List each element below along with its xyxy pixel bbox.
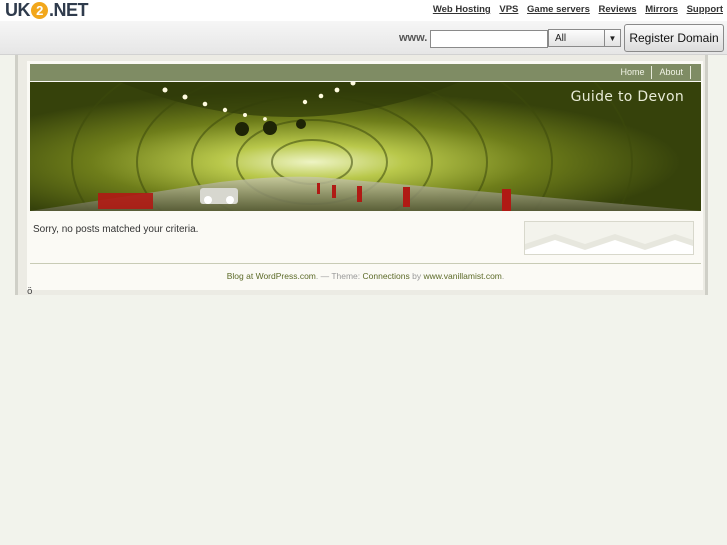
blog-frame: Home About Guide to Devon Sorry, no post… bbox=[15, 55, 708, 295]
theme-link[interactable]: Connections bbox=[363, 271, 410, 281]
blog-title[interactable]: Guide to Devon bbox=[571, 89, 684, 105]
wordpress-link[interactable]: Blog at WordPress.com bbox=[227, 271, 316, 281]
domain-name-input[interactable] bbox=[430, 30, 548, 48]
footer-divider bbox=[30, 263, 701, 264]
no-posts-message: Sorry, no posts matched your criteria. bbox=[33, 224, 199, 235]
footer-by-text: by bbox=[409, 271, 424, 281]
tld-select[interactable]: All ▼ bbox=[548, 29, 621, 47]
dropdown-arrow-icon: ▼ bbox=[604, 30, 620, 46]
link-support[interactable]: Support bbox=[687, 4, 723, 15]
blog-nav-items: Home About bbox=[613, 64, 691, 81]
blog-page: Home About Guide to Devon Sorry, no post… bbox=[27, 61, 703, 290]
logo-text-uk: UK bbox=[5, 0, 31, 20]
nav-about[interactable]: About bbox=[652, 66, 691, 79]
logo-badge-2: 2 bbox=[31, 2, 48, 19]
link-game-servers[interactable]: Game servers bbox=[527, 4, 590, 15]
author-link[interactable]: www.vanillamist.com bbox=[423, 271, 501, 281]
link-web-hosting[interactable]: Web Hosting bbox=[433, 4, 491, 15]
logo-text-net: .NET bbox=[49, 0, 89, 20]
top-bar: UK 2 .NET Web Hosting VPS Game servers R… bbox=[0, 0, 727, 21]
header-image-tunnel: Guide to Devon bbox=[30, 82, 701, 211]
domain-search-bar: www. All ▼ Register Domain bbox=[0, 21, 727, 55]
footer-theme-text: . — Theme: bbox=[315, 271, 363, 281]
register-domain-button[interactable]: Register Domain bbox=[624, 24, 724, 52]
link-mirrors[interactable]: Mirrors bbox=[645, 4, 678, 15]
link-reviews[interactable]: Reviews bbox=[599, 4, 637, 15]
top-nav-links: Web Hosting VPS Game servers Reviews Mir… bbox=[433, 4, 727, 15]
link-vps[interactable]: VPS bbox=[499, 4, 518, 15]
footer-end-text: . bbox=[501, 271, 505, 281]
tld-selected-value: All bbox=[555, 33, 567, 44]
uk2-logo[interactable]: UK 2 .NET bbox=[5, 0, 89, 20]
nav-home[interactable]: Home bbox=[613, 66, 653, 79]
main-content: Sorry, no posts matched your criteria. bbox=[30, 217, 520, 257]
www-prefix-label: www. bbox=[399, 32, 428, 44]
sidebar-decoration bbox=[525, 234, 693, 254]
stray-character: ö bbox=[27, 287, 33, 297]
sidebar-widget bbox=[524, 221, 694, 255]
blog-footer: Blog at WordPress.com. — Theme: Connecti… bbox=[30, 271, 701, 281]
blog-nav-bar: Home About bbox=[30, 64, 701, 81]
